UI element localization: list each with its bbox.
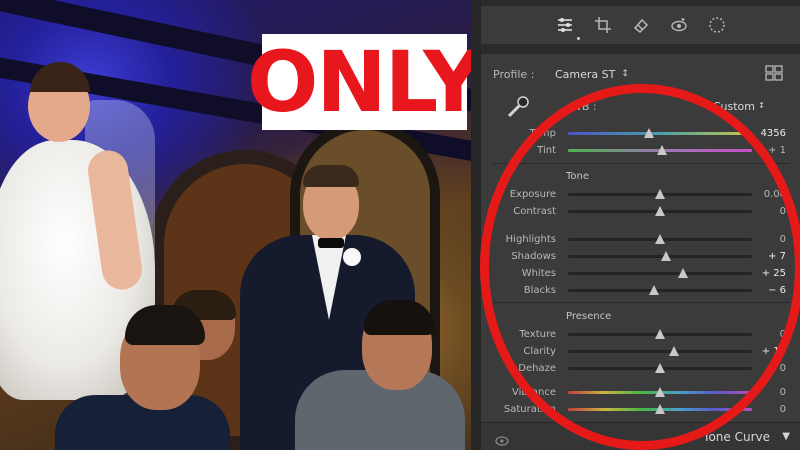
- slider-track[interactable]: [568, 403, 752, 414]
- slider-value[interactable]: 0: [780, 234, 786, 245]
- slider-blacks: Blacks − 6: [481, 283, 800, 297]
- profile-browser-icon[interactable]: [765, 65, 783, 84]
- slider-value[interactable]: − 6: [768, 285, 786, 296]
- slider-tint: Tint + 1: [481, 143, 800, 157]
- section-title-presence: Presence: [566, 311, 612, 322]
- slider-dehaze: Dehaze 0: [481, 361, 800, 375]
- slider-label: Vibrance: [512, 386, 556, 398]
- slider-exposure: Exposure 0.00: [481, 187, 800, 201]
- divider: [493, 163, 790, 164]
- mask-icon[interactable]: [706, 14, 728, 36]
- slider-thumb[interactable]: [643, 127, 654, 138]
- slider-label: Highlights: [505, 233, 556, 245]
- tool-strip: [481, 6, 800, 44]
- profile-row: Profile : Camera ST ↕: [493, 64, 793, 84]
- slider-thumb[interactable]: [649, 284, 660, 295]
- slider-thumb[interactable]: [668, 345, 679, 356]
- slider-track[interactable]: [568, 205, 752, 216]
- slider-thumb[interactable]: [655, 188, 665, 199]
- profile-label: Profile :: [493, 67, 535, 81]
- wb-label: WB :: [571, 100, 597, 113]
- tone-curve-header[interactable]: Tone Curve ▼: [481, 422, 800, 450]
- slider-value[interactable]: 0: [780, 206, 786, 217]
- slider-track[interactable]: [568, 362, 752, 373]
- section-title-tone: Tone: [566, 171, 590, 182]
- slider-whites: Whites + 25: [481, 266, 800, 280]
- slider-thumb[interactable]: [655, 362, 665, 373]
- groom-bowtie: [318, 238, 344, 248]
- eyedropper-icon[interactable]: [505, 94, 531, 124]
- slider-label: Texture: [519, 328, 556, 340]
- slider-value[interactable]: + 25: [762, 268, 786, 279]
- slider-highlights: Highlights 0: [481, 232, 800, 246]
- slider-thumb[interactable]: [661, 250, 672, 261]
- white-balance-row: WB : Custom ↕: [493, 94, 793, 120]
- slider-label: Saturation: [503, 403, 556, 415]
- wedding-photo: ONLY: [0, 0, 471, 450]
- slider-track[interactable]: [568, 144, 752, 155]
- tone-curve-title[interactable]: Tone Curve: [703, 430, 770, 444]
- slider-label: Exposure: [509, 188, 556, 200]
- slider-saturation: Saturation 0: [481, 402, 800, 416]
- headline-overlay: ONLY: [247, 33, 471, 131]
- divider: [493, 302, 790, 303]
- slider-label: Contrast: [513, 205, 556, 217]
- slider-thumb[interactable]: [655, 403, 665, 414]
- heal-icon[interactable]: [630, 14, 652, 36]
- slider-track[interactable]: [568, 345, 752, 356]
- slider-thumb[interactable]: [655, 328, 665, 339]
- slider-contrast: Contrast 0: [481, 204, 800, 218]
- slider-thumb[interactable]: [656, 144, 667, 155]
- slider-track[interactable]: [568, 386, 752, 397]
- slider-value[interactable]: + 1: [768, 145, 786, 156]
- active-tool-indicator: [577, 37, 580, 40]
- slider-temp: Temp 4356: [481, 126, 800, 140]
- slider-value[interactable]: 0.00: [764, 189, 786, 200]
- slider-label: Tint: [537, 144, 556, 156]
- slider-track[interactable]: [568, 188, 752, 199]
- slider-track[interactable]: [568, 267, 752, 278]
- slider-thumb[interactable]: [655, 386, 665, 397]
- wb-select[interactable]: Custom: [713, 100, 755, 113]
- slider-label: Clarity: [523, 345, 556, 357]
- slider-label: Shadows: [511, 250, 556, 262]
- slider-value[interactable]: + 15: [762, 346, 786, 357]
- slider-clarity: Clarity + 15: [481, 344, 800, 358]
- slider-label: Temp: [529, 127, 556, 139]
- slider-vibrance: Vibrance 0: [481, 385, 800, 399]
- slider-thumb[interactable]: [655, 205, 665, 216]
- triangle-down-icon[interactable]: ▼: [782, 431, 790, 442]
- slider-texture: Texture 0: [481, 327, 800, 341]
- slider-value[interactable]: 0: [780, 404, 786, 415]
- slider-thumb[interactable]: [655, 233, 665, 244]
- slider-label: Whites: [521, 267, 556, 279]
- slider-label: Dehaze: [518, 362, 556, 374]
- develop-panel: Profile : Camera ST ↕ WB : Custom ↕ Temp…: [471, 0, 800, 450]
- boutonniere: [343, 248, 361, 266]
- eye-icon[interactable]: [495, 431, 509, 450]
- sliders-icon[interactable]: [554, 14, 576, 36]
- crop-icon[interactable]: [592, 14, 614, 36]
- chevron-icon[interactable]: ↕: [758, 101, 765, 110]
- slider-value[interactable]: 0: [780, 363, 786, 374]
- slider-value[interactable]: + 7: [768, 251, 786, 262]
- slider-label: Blacks: [523, 284, 556, 296]
- slider-track[interactable]: [568, 250, 752, 261]
- redeye-icon[interactable]: [668, 14, 690, 36]
- slider-value[interactable]: 0: [780, 387, 786, 398]
- profile-select[interactable]: Camera ST: [555, 68, 615, 81]
- slider-track[interactable]: [568, 328, 752, 339]
- slider-shadows: Shadows + 7: [481, 249, 800, 263]
- slider-value[interactable]: 4356: [761, 128, 786, 139]
- groom-hair: [303, 165, 359, 187]
- slider-track[interactable]: [568, 284, 752, 295]
- slider-value[interactable]: 0: [780, 329, 786, 340]
- panel-separator: [481, 44, 800, 54]
- slider-thumb[interactable]: [678, 267, 688, 278]
- slider-track[interactable]: [568, 233, 752, 244]
- chevron-icon[interactable]: ↕: [621, 69, 629, 79]
- slider-track[interactable]: [568, 127, 752, 138]
